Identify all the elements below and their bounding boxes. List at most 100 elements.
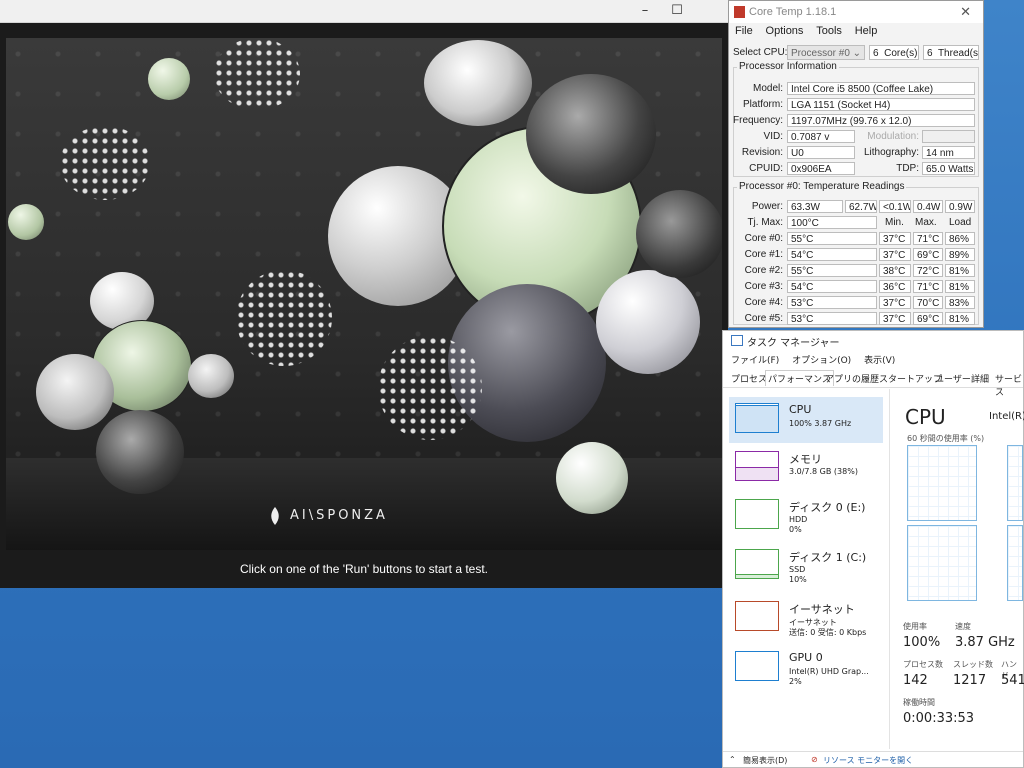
tab-details[interactable]: 詳細 xyxy=(971,372,989,385)
select-cpu-label: Select CPU: xyxy=(733,47,788,58)
core-name: Core #3: xyxy=(744,281,783,292)
coretemp-menu: File Options Tools Help xyxy=(735,25,887,37)
maximize-button[interactable]: ☐ xyxy=(662,0,692,22)
core-name: Core #0: xyxy=(744,233,783,244)
menu-tools[interactable]: Tools xyxy=(816,25,842,37)
core-min: 38°C xyxy=(879,264,911,277)
tab-users[interactable]: ユーザー xyxy=(935,372,971,385)
core-temp: 54°C xyxy=(787,280,877,293)
power-cores: 62.7W xyxy=(845,200,877,213)
task-manager-window: タスク マネージャー ファイル(F) オプション(O) 表示(V) プロセス パ… xyxy=(722,330,1024,768)
perf-item-cpu[interactable]: CPU 100% 3.87 GHz xyxy=(729,397,883,443)
sphere-left-green xyxy=(8,204,44,240)
disk0-mini-graph xyxy=(735,499,779,529)
processes-value: 142 xyxy=(903,673,928,688)
cpu-graph-caption: 60 秒間の使用率 (%) xyxy=(907,434,985,443)
resource-monitor-icon: ⊘ xyxy=(811,755,818,764)
threads-count: 6 xyxy=(927,48,933,59)
sphere-white-lace xyxy=(424,40,532,126)
burst-center xyxy=(236,270,332,366)
perf-item-ethernet[interactable]: イーサネット イーサネット 送信: 0 受信: 0 Kbps xyxy=(729,595,883,641)
tab-startup[interactable]: スタートアップ xyxy=(879,372,942,385)
power-dram: 0.9W xyxy=(945,200,975,213)
speed-label: 速度 xyxy=(955,622,971,631)
perf-item-disk0[interactable]: ディスク 0 (E:) HDD 0% xyxy=(729,493,883,539)
menu-options[interactable]: オプション(O) xyxy=(792,356,851,366)
sphere-lace-small xyxy=(188,354,234,398)
fewer-details-link[interactable]: 簡易表示(D) xyxy=(743,755,787,766)
perf-item-name: メモリ xyxy=(789,453,822,466)
perf-item-sub: SSD xyxy=(789,565,806,574)
cpu-heading: CPU xyxy=(905,405,946,429)
perf-item-sub2: 0% xyxy=(789,525,802,534)
close-button[interactable]: ✕ xyxy=(960,4,971,20)
core-temp: 53°C xyxy=(787,312,877,325)
tdp-label: TDP: xyxy=(896,163,919,174)
menu-file[interactable]: ファイル(F) xyxy=(731,356,779,366)
core-load: 81% xyxy=(945,264,975,277)
tab-performance[interactable]: パフォーマンス xyxy=(765,370,834,386)
burst-bottom xyxy=(378,336,482,440)
tab-processes[interactable]: プロセス xyxy=(731,372,767,385)
perf-item-name: イーサネット xyxy=(789,603,855,616)
core-name: Core #5: xyxy=(744,313,783,324)
threads-count-box: 6 Thread(s) xyxy=(923,45,979,60)
tdp-value: 65.0 Watts xyxy=(922,162,975,175)
processor-info-label: Processor Information xyxy=(737,61,839,72)
core-max: 70°C xyxy=(913,296,943,309)
core-min: 37°C xyxy=(879,232,911,245)
perf-item-name: GPU 0 xyxy=(789,651,823,664)
revision-value: U0 xyxy=(787,146,855,159)
temperature-readings-label: Processor #0: Temperature Readings xyxy=(737,181,907,192)
threads-value: 1217 xyxy=(953,673,987,688)
core-load: 83% xyxy=(945,296,975,309)
uptime-value: 0:00:33:53 xyxy=(903,711,975,726)
perf-item-sub2: 送信: 0 受信: 0 Kbps xyxy=(789,628,867,637)
tab-app-history[interactable]: アプリの履歴 xyxy=(825,372,879,385)
model-label: Model: xyxy=(752,83,783,94)
core-temp: 55°C xyxy=(787,232,877,245)
perf-item-memory[interactable]: メモリ 3.0/7.8 GB (38%) xyxy=(729,445,883,491)
select-cpu-dropdown[interactable]: Processor #0 ⌄ xyxy=(787,45,865,60)
core-max: 71°C xyxy=(913,232,943,245)
menu-file[interactable]: File xyxy=(735,25,753,37)
sphere-pearl-right xyxy=(596,270,700,374)
sphere-dark-right xyxy=(636,190,722,278)
core-temp: 54°C xyxy=(787,248,877,261)
core-max: 72°C xyxy=(913,264,943,277)
perf-item-gpu[interactable]: GPU 0 Intel(R) UHD Grap... 2% xyxy=(729,645,883,691)
task-manager-titlebar: タスク マネージャー xyxy=(723,331,1023,349)
perf-item-disk1[interactable]: ディスク 1 (C:) SSD 10% xyxy=(729,543,883,589)
open-resource-monitor-link[interactable]: リソース モニターを開く xyxy=(823,755,913,766)
tab-services[interactable]: サービス xyxy=(995,372,1023,398)
revision-label: Revision: xyxy=(741,147,783,158)
sphere-pearl-bottom xyxy=(556,442,628,514)
core-load: 81% xyxy=(945,280,975,293)
aixsponza-logo-icon xyxy=(271,507,279,525)
coretemp-titlebar: Core Temp 1.18.1 ✕ xyxy=(729,1,983,23)
cpu-core-graph xyxy=(907,525,977,601)
perf-item-sub2: 10% xyxy=(789,575,807,584)
disk1-mini-graph xyxy=(735,549,779,579)
burst-left xyxy=(60,126,150,200)
minimize-button[interactable]: – xyxy=(630,0,660,22)
task-manager-menu: ファイル(F) オプション(O) 表示(V) xyxy=(731,353,905,366)
menu-options[interactable]: Options xyxy=(766,25,804,37)
power-package: 63.3W xyxy=(787,200,843,213)
core-name: Core #2: xyxy=(744,265,783,276)
core-temp: 53°C xyxy=(787,296,877,309)
menu-view[interactable]: 表示(V) xyxy=(864,356,895,366)
col-max-header: Max. xyxy=(915,217,937,228)
core-name: Core #4: xyxy=(744,297,783,308)
model-value: Intel Core i5 8500 (Coffee Lake) xyxy=(787,82,975,95)
cpu-core-graph xyxy=(1007,445,1023,521)
perf-item-sub2: 2% xyxy=(789,677,802,686)
vid-label: VID: xyxy=(763,131,783,142)
perf-item-name: ディスク 0 (E:) xyxy=(789,501,866,514)
core-max: 69°C xyxy=(913,248,943,261)
usage-value: 100% xyxy=(903,635,941,650)
core-min: 37°C xyxy=(879,248,911,261)
core-min: 36°C xyxy=(879,280,911,293)
menu-help[interactable]: Help xyxy=(855,25,878,37)
handles-value: 541 xyxy=(1001,673,1024,688)
